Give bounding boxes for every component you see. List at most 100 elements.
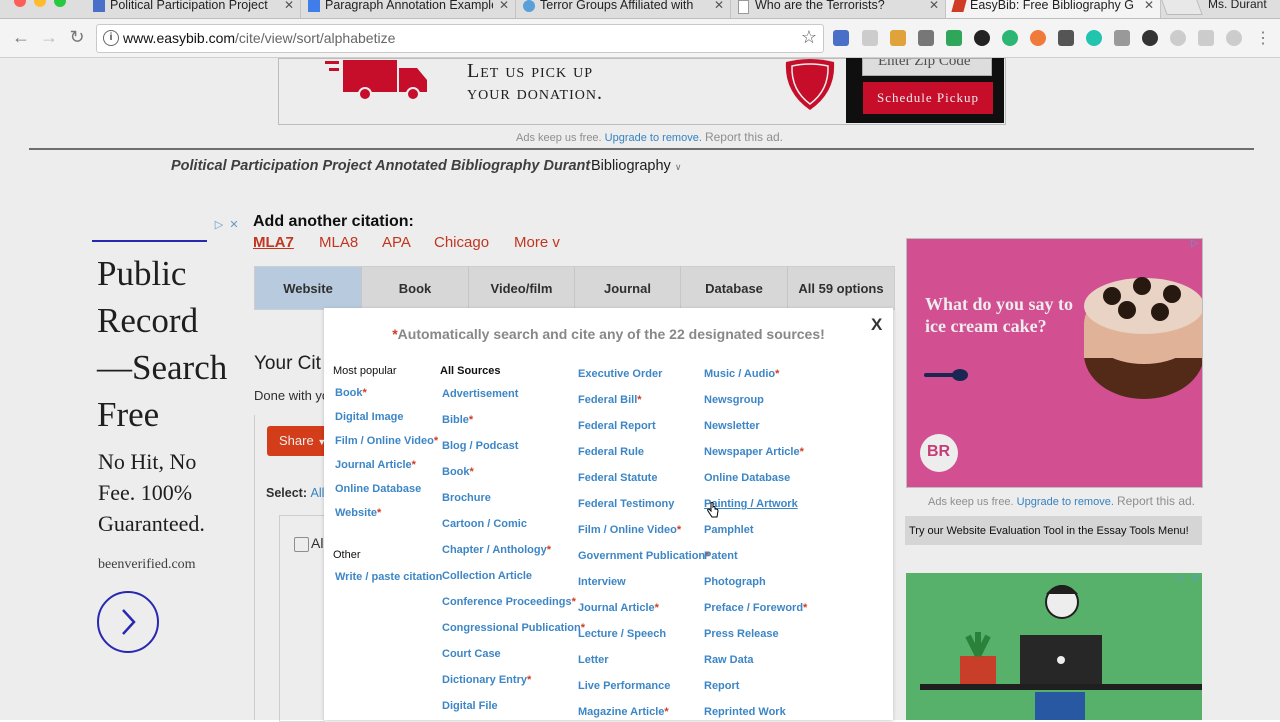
source-option[interactable]: Music / Audio* — [704, 368, 779, 380]
browser-tab[interactable]: Who are the Terrorists? ✕ — [731, 0, 946, 18]
drive-icon[interactable] — [946, 30, 962, 46]
source-option[interactable]: Brochure — [442, 492, 491, 504]
search-required-marker: * — [376, 507, 382, 519]
extension-icon[interactable] — [1226, 30, 1242, 46]
extension-icon[interactable] — [862, 30, 878, 46]
star-icon[interactable]: ☆ — [801, 27, 817, 48]
extension-icon[interactable] — [890, 30, 906, 46]
source-option[interactable]: Book* — [335, 387, 367, 399]
browser-tab[interactable]: Terror Groups Affiliated with ✕ — [516, 0, 731, 18]
search-required-marker: * — [571, 596, 576, 608]
source-option[interactable]: Bible* — [442, 414, 473, 426]
source-option[interactable]: Website* — [335, 507, 381, 519]
search-required-marker: * — [676, 524, 682, 536]
source-option[interactable]: Magazine Article* — [578, 706, 669, 718]
info-icon[interactable]: i — [103, 30, 119, 46]
search-required-marker: * — [637, 394, 642, 406]
search-required-marker: * — [433, 435, 439, 447]
source-option[interactable]: Film / Online Video* — [335, 435, 438, 447]
source-option[interactable]: Write / paste citation — [335, 571, 442, 583]
docs-icon — [308, 0, 320, 12]
source-option[interactable]: Federal Bill* — [578, 394, 642, 406]
most-popular-heading: Most popular — [333, 365, 397, 377]
source-option[interactable]: Newspaper Article* — [704, 446, 804, 458]
source-option[interactable]: Chapter / Anthology* — [442, 544, 551, 556]
browser-tab[interactable]: Paragraph Annotation Example ✕ — [301, 0, 516, 18]
extension-icon[interactable] — [1086, 30, 1102, 46]
search-required-marker: * — [411, 459, 416, 471]
forward-icon[interactable]: → — [38, 27, 60, 48]
search-required-marker: * — [468, 414, 474, 426]
source-option[interactable]: Digital Image — [335, 411, 403, 423]
extension-icon[interactable] — [1058, 30, 1074, 46]
close-icon[interactable]: ✕ — [1144, 0, 1154, 12]
source-option[interactable]: Newsgroup — [704, 394, 764, 406]
source-option[interactable]: Advertisement — [442, 388, 518, 400]
search-required-marker: * — [654, 602, 659, 614]
profile-name[interactable]: Ms. Durant — [1208, 0, 1280, 15]
extension-icon[interactable] — [1170, 30, 1186, 46]
source-option[interactable]: Collection Article — [442, 570, 532, 582]
extension-icon[interactable] — [918, 30, 934, 46]
source-option[interactable]: Government Publication* — [578, 550, 709, 562]
source-option[interactable]: Online Database — [335, 483, 421, 495]
url-path: /cite/view/sort/alphabetize — [235, 30, 396, 46]
source-option[interactable]: Film / Online Video* — [578, 524, 681, 536]
sites-icon — [93, 0, 105, 12]
search-required-marker: * — [362, 387, 367, 399]
source-option[interactable]: Preface / Foreword* — [704, 602, 807, 614]
search-required-marker: * — [469, 466, 474, 478]
back-icon[interactable]: ← — [10, 27, 32, 48]
source-option[interactable]: Pamphlet — [704, 524, 754, 536]
close-icon[interactable]: ✕ — [284, 0, 294, 12]
search-required-marker: * — [803, 602, 808, 614]
source-option[interactable]: Book* — [442, 466, 474, 478]
source-option[interactable]: Federal Report — [578, 420, 656, 432]
address-bar[interactable]: i www.easybib.com/cite/view/sort/alphabe… — [96, 24, 824, 53]
source-option[interactable]: Lecture / Speech — [578, 628, 666, 640]
close-icon[interactable]: ✕ — [929, 0, 939, 12]
extension-icon[interactable] — [1002, 30, 1018, 46]
search-required-marker: * — [664, 706, 669, 718]
extension-icon[interactable] — [974, 30, 990, 46]
source-option[interactable]: Live Performance — [578, 680, 670, 692]
source-option[interactable]: Online Database — [704, 472, 790, 484]
extension-icon[interactable] — [1114, 30, 1130, 46]
search-required-marker: * — [546, 544, 551, 556]
extension-icon[interactable] — [1030, 30, 1046, 46]
menu-icon[interactable]: ⋮ — [1252, 28, 1274, 48]
source-option[interactable]: Raw Data — [704, 654, 754, 666]
source-option[interactable]: Congressional Publication* — [442, 622, 585, 634]
source-option[interactable]: Executive Order — [578, 368, 662, 380]
browser-tab-active[interactable]: EasyBib: Free Bibliography G ✕ — [946, 0, 1161, 18]
source-option[interactable]: Court Case — [442, 648, 501, 660]
source-option[interactable]: Dictionary Entry* — [442, 674, 531, 686]
source-option[interactable]: Digital File — [442, 700, 498, 712]
source-option[interactable]: Cartoon / Comic — [442, 518, 527, 530]
source-option[interactable]: Press Release — [704, 628, 779, 640]
source-option[interactable]: Blog / Podcast — [442, 440, 518, 452]
source-option[interactable]: Federal Statute — [578, 472, 657, 484]
source-option[interactable]: Journal Article* — [335, 459, 416, 471]
source-option[interactable]: Letter — [578, 654, 609, 666]
source-option[interactable]: Conference Proceedings* — [442, 596, 576, 608]
source-option[interactable]: Federal Rule — [578, 446, 644, 458]
extension-icon[interactable] — [833, 30, 849, 46]
source-option[interactable]: Photograph — [704, 576, 766, 588]
source-option[interactable]: Interview — [578, 576, 626, 588]
source-option[interactable]: Newsletter — [704, 420, 760, 432]
new-tab-button[interactable] — [1161, 0, 1203, 15]
source-option[interactable]: Reprinted Work — [704, 706, 786, 718]
extension-icon[interactable] — [1198, 30, 1214, 46]
source-option[interactable]: Patent — [704, 550, 738, 562]
source-option[interactable]: Report — [704, 680, 739, 692]
source-option[interactable]: Journal Article* — [578, 602, 659, 614]
close-icon[interactable]: ✕ — [499, 0, 509, 12]
cursor-icon — [707, 502, 719, 518]
reload-icon[interactable]: ↻ — [66, 27, 88, 48]
extension-icon[interactable] — [1142, 30, 1158, 46]
source-option[interactable]: Federal Testimony — [578, 498, 674, 510]
browser-tab[interactable]: Political Participation Project ✕ — [86, 0, 301, 18]
close-icon[interactable]: ✕ — [714, 0, 724, 12]
snowflake-icon — [523, 0, 535, 12]
